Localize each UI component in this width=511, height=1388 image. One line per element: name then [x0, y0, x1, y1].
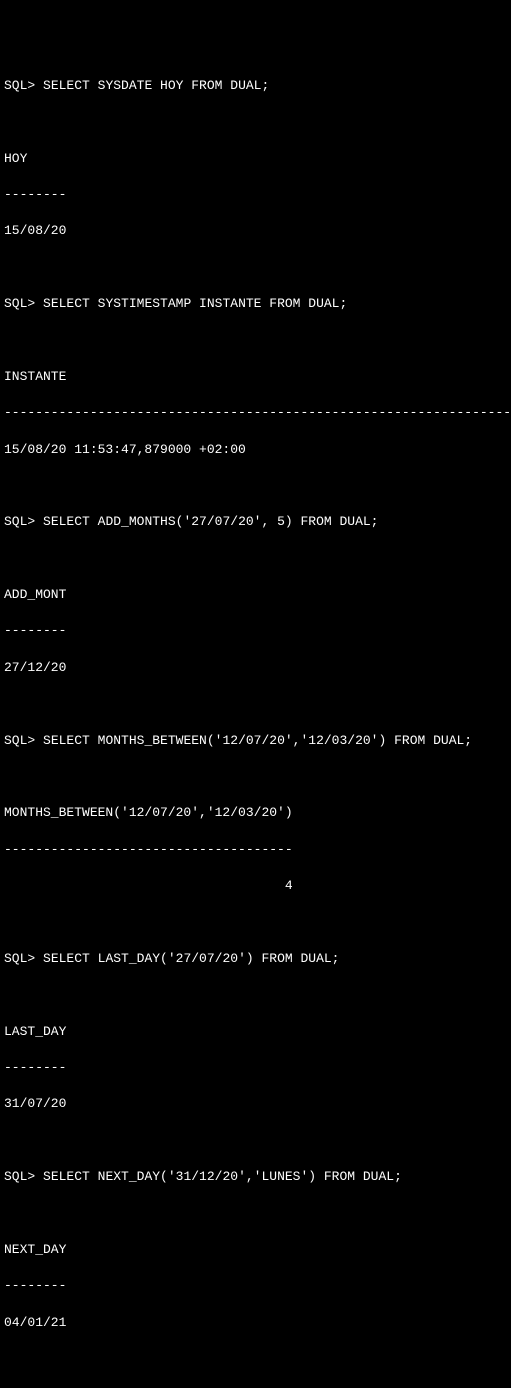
blank-line: [4, 1204, 507, 1222]
column-header: MONTHS_BETWEEN('12/07/20','12/03/20'): [4, 804, 507, 822]
blank-line: [4, 695, 507, 713]
blank-line: [4, 331, 507, 349]
sql-prompt: SQL>: [4, 1387, 35, 1388]
separator: --------: [4, 1277, 507, 1295]
blank-line: [4, 259, 507, 277]
sql-line: SQL> SELECT SYSTIMESTAMP INSTANTE FROM D…: [4, 295, 507, 313]
sql-command: SELECT SYSTIMESTAMP INSTANTE FROM DUAL;: [43, 296, 347, 311]
separator: --------: [4, 622, 507, 640]
blank-line: [4, 986, 507, 1004]
sql-line: SQL> SELECT LAST_DAY('27/07/20') FROM DU…: [4, 950, 507, 968]
sql-command: SELECT ADD_MONTHS('27/07/20', 5) FROM DU…: [43, 514, 378, 529]
sql-line: SQL> SELECT EXTRACT(MONTH FROM SYSDATE) …: [4, 1386, 507, 1388]
blank-line: [4, 477, 507, 495]
column-header: ADD_MONT: [4, 586, 507, 604]
sql-prompt: SQL>: [4, 78, 35, 93]
result-value: 27/12/20: [4, 659, 507, 677]
blank-line: [4, 768, 507, 786]
result-value: 31/07/20: [4, 1095, 507, 1113]
blank-line: [4, 1132, 507, 1150]
sql-prompt: SQL>: [4, 1169, 35, 1184]
sql-prompt: SQL>: [4, 733, 35, 748]
sql-prompt: SQL>: [4, 951, 35, 966]
result-value: 04/01/21: [4, 1314, 507, 1332]
column-header: HOY: [4, 150, 507, 168]
sql-command: SELECT LAST_DAY('27/07/20') FROM DUAL;: [43, 951, 339, 966]
separator: --------: [4, 186, 507, 204]
result-value: 4: [4, 877, 507, 895]
blank-line: [4, 550, 507, 568]
separator: -------------------------------------: [4, 841, 507, 859]
sql-prompt: SQL>: [4, 296, 35, 311]
sql-command: SELECT NEXT_DAY('31/12/20','LUNES') FROM…: [43, 1169, 402, 1184]
blank-line: [4, 913, 507, 931]
column-header: LAST_DAY: [4, 1023, 507, 1041]
column-header: NEXT_DAY: [4, 1241, 507, 1259]
sql-command: SELECT EXTRACT(MONTH FROM SYSDATE) FROM …: [43, 1387, 394, 1388]
sql-line: SQL> SELECT SYSDATE HOY FROM DUAL;: [4, 77, 507, 95]
result-value: 15/08/20: [4, 222, 507, 240]
sql-prompt: SQL>: [4, 514, 35, 529]
sql-line: SQL> SELECT NEXT_DAY('31/12/20','LUNES')…: [4, 1168, 507, 1186]
result-value: 15/08/20 11:53:47,879000 +02:00: [4, 441, 507, 459]
sql-line: SQL> SELECT MONTHS_BETWEEN('12/07/20','1…: [4, 732, 507, 750]
column-header: INSTANTE: [4, 368, 507, 386]
sql-command: SELECT SYSDATE HOY FROM DUAL;: [43, 78, 269, 93]
blank-line: [4, 113, 507, 131]
separator: --------: [4, 1059, 507, 1077]
sql-command: SELECT MONTHS_BETWEEN('12/07/20','12/03/…: [43, 733, 472, 748]
sql-line: SQL> SELECT ADD_MONTHS('27/07/20', 5) FR…: [4, 513, 507, 531]
blank-line: [4, 1350, 507, 1368]
separator: ----------------------------------------…: [4, 404, 507, 422]
